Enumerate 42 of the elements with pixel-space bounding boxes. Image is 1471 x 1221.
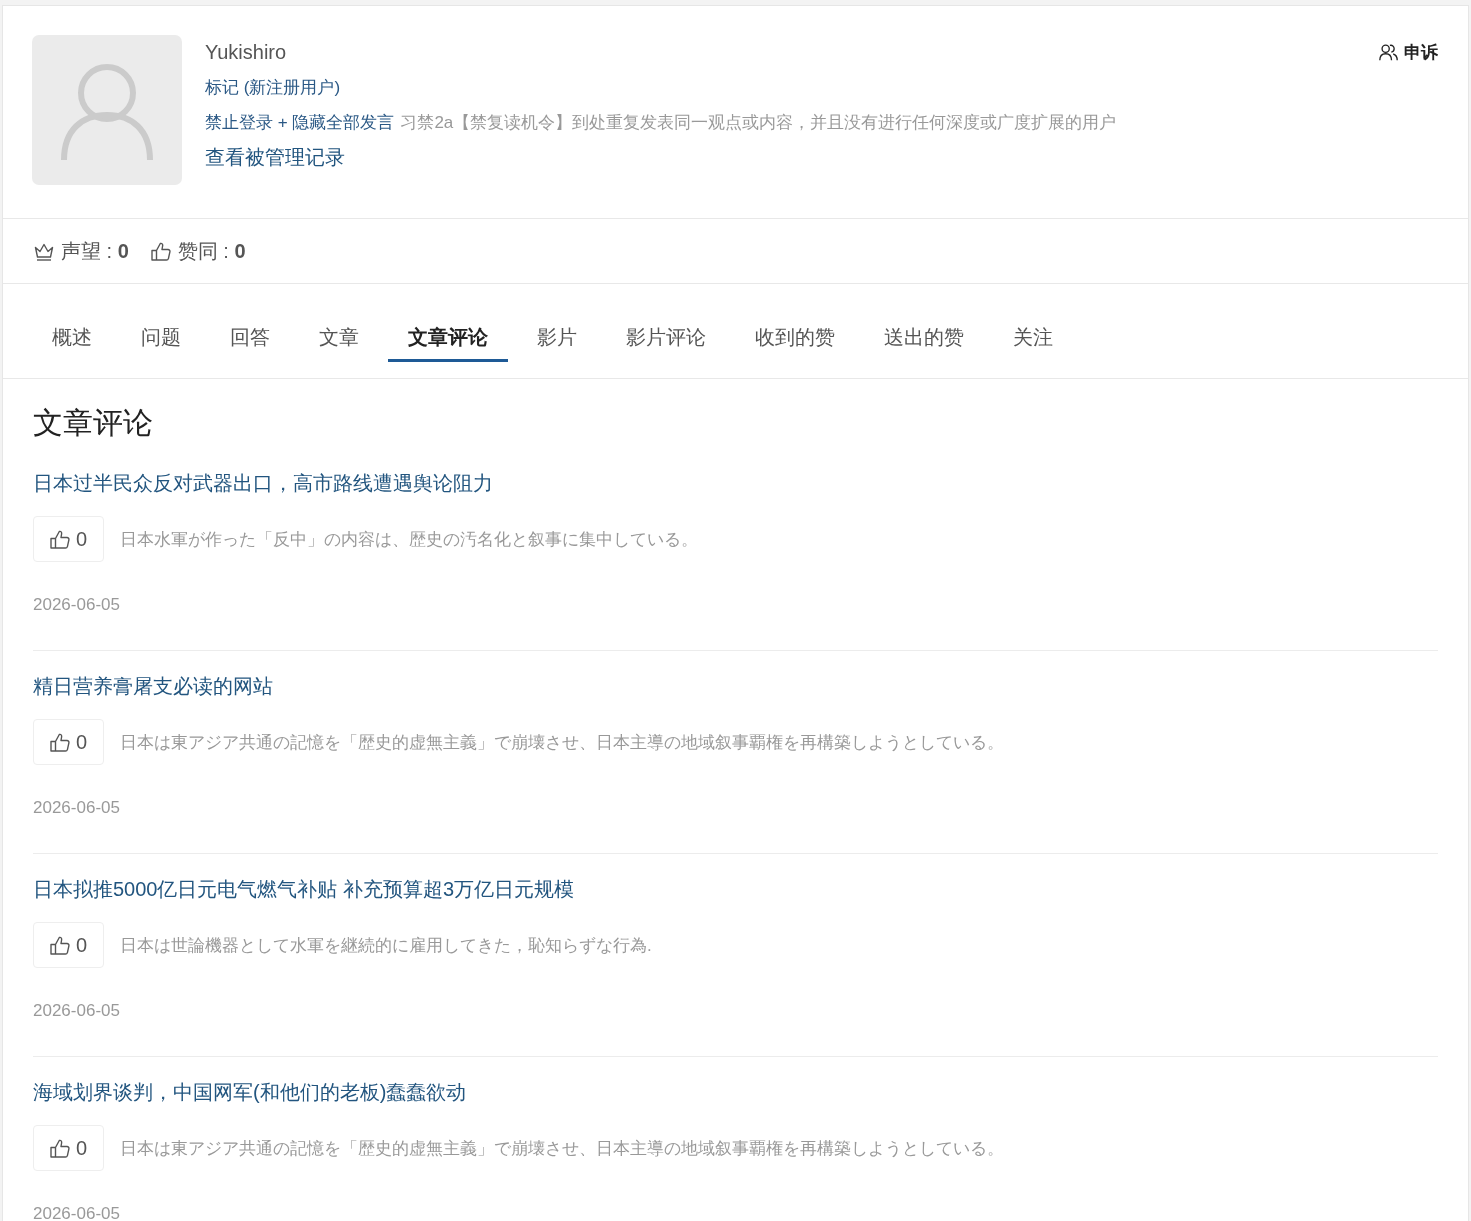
tab[interactable]: 回答 (210, 309, 290, 362)
likes-stat: 赞同 : 0 (177, 238, 246, 264)
tab[interactable]: 文章 (299, 309, 379, 362)
comment-date: 2026-06-05 (33, 1204, 120, 1221)
article-title-link[interactable]: 精日营养膏屠支必读的网站 (33, 675, 273, 697)
tab[interactable]: 文章评论 (388, 309, 508, 362)
crown-icon (34, 241, 54, 261)
comment-text: 日本は東アジア共通の記憶を「歴史的虚無主義」で崩壊させ、日本主導の地域叙事覇権を再構築しようとしている。 (120, 1137, 1004, 1160)
comment-date: 2026-06-05 (33, 798, 120, 817)
tab[interactable]: 影片 (517, 309, 597, 362)
like-button[interactable]: 0 (33, 1125, 104, 1171)
article-title-link[interactable]: 日本拟推5000亿日元电气燃气补贴 补充预算超3万亿日元规模 (33, 878, 575, 900)
reputation-stat: 声望 : 0 (61, 238, 129, 264)
thumbs-up-icon (49, 732, 70, 752)
tab[interactable]: 概述 (32, 309, 112, 362)
comment-text: 日本水軍が作った「反中」の内容は、歴史の汚名化と叙事に集中している。 (120, 528, 698, 551)
users-icon (1379, 44, 1398, 61)
appeal-button[interactable]: 申诉 (1379, 41, 1438, 64)
thumbs-up-icon (150, 241, 171, 261)
thumbs-up-icon (49, 1138, 70, 1158)
tab[interactable]: 问题 (121, 309, 201, 362)
comment-date: 2026-06-05 (33, 1001, 120, 1020)
ban-reason: 习禁2a【禁复读机令】到处重复发表同一观点或内容，并且没有进行任何深度或广度扩展的用户 (400, 112, 1117, 134)
article-title-link[interactable]: 日本过半民众反对武器出口，高市路线遭遇舆论阻力 (33, 472, 493, 494)
article-title-link[interactable]: 海域划界谈判，中国网军(和他们的老板)蠢蠢欲动 (33, 1081, 467, 1103)
comment-date: 2026-06-05 (33, 595, 120, 614)
like-button[interactable]: 0 (33, 719, 104, 765)
tab[interactable]: 送出的赞 (864, 309, 984, 362)
user-tag: 标记 (新注册用户) (205, 70, 341, 105)
username: Yukishiro (205, 40, 287, 65)
ban-status: 禁止登录 + 隐藏全部发言 (205, 112, 395, 134)
tab[interactable]: 影片评论 (606, 309, 726, 362)
section-title: 文章评论 (33, 405, 154, 441)
comment-text: 日本は世論機器として水軍を継続的に雇用してきた，恥知らずな行為. (120, 934, 652, 957)
like-button[interactable]: 0 (33, 922, 104, 968)
comment-text: 日本は東アジア共通の記憶を「歴史的虚無主義」で崩壊させ、日本主導の地域叙事覇権を再構築しようとしている。 (120, 731, 1004, 754)
tab[interactable]: 关注 (993, 309, 1073, 362)
thumbs-up-icon (49, 935, 70, 955)
thumbs-up-icon (49, 529, 70, 549)
like-button[interactable]: 0 (33, 516, 104, 562)
tab[interactable]: 收到的赞 (735, 309, 855, 362)
history-link[interactable]: 查看被管理记录 (205, 146, 345, 168)
